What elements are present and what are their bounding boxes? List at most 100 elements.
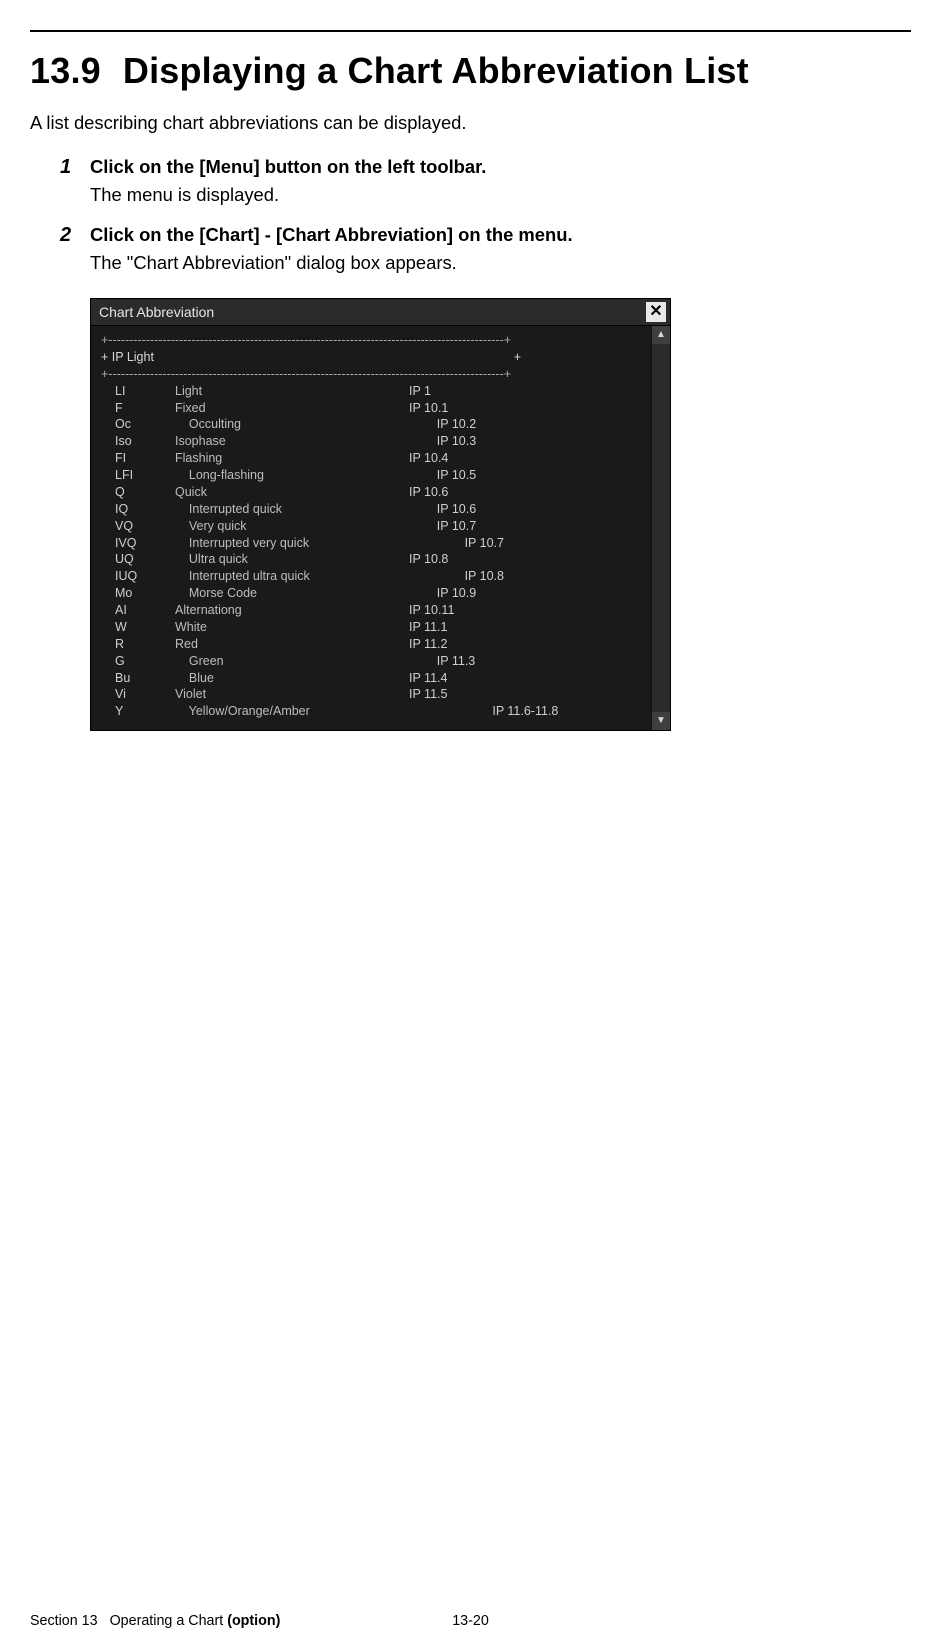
step-number: 2	[60, 224, 71, 247]
code-cell: IP 11.5	[409, 686, 641, 703]
page: 13.9 Displaying a Chart Abbreviation List…	[0, 30, 941, 1651]
heading-text: Displaying a Chart Abbreviation List	[123, 50, 749, 91]
code-cell: IP 11.3	[409, 653, 641, 670]
abbr-cell: Q	[115, 484, 171, 501]
code-cell: IP 10.2	[409, 416, 641, 433]
footer-page-number: 13-20	[452, 1613, 489, 1629]
dialog-titlebar[interactable]: Chart Abbreviation ✕	[91, 299, 670, 326]
abbr-cell: LI	[115, 383, 171, 400]
term-cell: Long-flashing	[175, 467, 405, 484]
code-cell: IP 10.3	[409, 433, 641, 450]
code-cell: IP 10.6	[409, 484, 641, 501]
code-cell: IP 10.9	[409, 585, 641, 602]
code-cell: IP 10.8	[409, 568, 641, 585]
footer-section-title: Operating a Chart (option)	[110, 1613, 281, 1629]
term-cell: Ultra quick	[175, 551, 405, 568]
scrollbar[interactable]: ▲ ▼	[651, 326, 670, 730]
abbr-cell: UQ	[115, 551, 171, 568]
step-body: The menu is displayed.	[90, 184, 911, 206]
section-header-left: + IP Light	[101, 349, 154, 366]
code-cell: IP 11.1	[409, 619, 641, 636]
footer-section-label: Section 13	[30, 1613, 98, 1629]
chevron-down-icon: ▼	[656, 716, 666, 726]
step-1: 1 Click on the [Menu] button on the left…	[60, 156, 911, 206]
term-cell: Red	[175, 636, 405, 653]
term-cell: Interrupted ultra quick	[175, 568, 405, 585]
page-footer: Section 13 Operating a Chart (option) 13…	[30, 1613, 911, 1629]
abbr-cell: Bu	[115, 670, 171, 687]
abbreviation-rows: LILightIP 1 FFixedIP 10.1 Oc Occulting IP …	[101, 383, 641, 721]
term-cell: Quick	[175, 484, 405, 501]
term-cell: Fixed	[175, 400, 405, 417]
abbr-cell: F	[115, 400, 171, 417]
steps-list: 1 Click on the [Menu] button on the left…	[30, 156, 911, 274]
close-button[interactable]: ✕	[646, 302, 666, 322]
dialog-figure: Chart Abbreviation ✕ +------------------…	[90, 298, 671, 731]
code-cell: IP 10.7	[409, 535, 641, 552]
term-cell: Green	[175, 653, 405, 670]
scroll-track[interactable]	[652, 344, 670, 712]
top-rule	[30, 30, 911, 32]
abbr-cell: Mo	[115, 585, 171, 602]
footer-section-title-plain: Operating a Chart	[110, 1613, 228, 1629]
term-cell: Alternationg	[175, 602, 405, 619]
abbr-cell: VQ	[115, 518, 171, 535]
term-cell: White	[175, 619, 405, 636]
term-cell: Blue	[175, 670, 405, 687]
abbr-cell: IVQ	[115, 535, 171, 552]
abbr-cell: Y	[115, 703, 171, 720]
step-2: 2 Click on the [Chart] - [Chart Abbrevia…	[60, 224, 911, 274]
code-cell: IP 10.7	[409, 518, 641, 535]
section-heading: 13.9 Displaying a Chart Abbreviation List	[30, 50, 911, 92]
code-cell: IP 10.5	[409, 467, 641, 484]
step-number: 1	[60, 156, 71, 179]
code-cell: IP 11.4	[409, 670, 641, 687]
abbr-cell: R	[115, 636, 171, 653]
term-cell: Yellow/Orange/Amber	[175, 703, 405, 720]
term-cell: Flashing	[175, 450, 405, 467]
term-cell: Light	[175, 383, 405, 400]
term-cell: Violet	[175, 686, 405, 703]
code-cell: IP 10.1	[409, 400, 641, 417]
intro-text: A list describing chart abbreviations ca…	[30, 112, 911, 134]
scroll-down-button[interactable]: ▼	[652, 712, 670, 730]
code-cell: IP 11.6-11.8	[409, 703, 641, 720]
chevron-up-icon: ▲	[656, 330, 666, 340]
chart-abbreviation-dialog: Chart Abbreviation ✕ +------------------…	[90, 298, 671, 731]
term-cell: Isophase	[175, 433, 405, 450]
code-cell: IP 10.4	[409, 450, 641, 467]
abbr-cell: Oc	[115, 416, 171, 433]
code-cell: IP 11.2	[409, 636, 641, 653]
code-cell: IP 10.6	[409, 501, 641, 518]
step-body: The "Chart Abbreviation" dialog box appe…	[90, 252, 911, 274]
code-cell: IP 10.11	[409, 602, 641, 619]
step-title: Click on the [Chart] - [Chart Abbreviati…	[90, 224, 911, 246]
code-cell: IP 1	[409, 383, 641, 400]
term-cell: Interrupted very quick	[175, 535, 405, 552]
abbr-cell: W	[115, 619, 171, 636]
term-cell: Morse Code	[175, 585, 405, 602]
term-cell: Very quick	[175, 518, 405, 535]
close-icon: ✕	[649, 304, 662, 320]
section-divider-top: +---------------------------------------…	[101, 332, 641, 349]
scroll-up-button[interactable]: ▲	[652, 326, 670, 344]
abbr-cell: IUQ	[115, 568, 171, 585]
code-cell: IP 10.8	[409, 551, 641, 568]
abbr-cell: Vi	[115, 686, 171, 703]
abbr-cell: LFI	[115, 467, 171, 484]
dialog-body: +---------------------------------------…	[91, 326, 670, 730]
term-cell: Occulting	[175, 416, 405, 433]
abbr-cell: G	[115, 653, 171, 670]
abbr-cell: Iso	[115, 433, 171, 450]
dialog-content: +---------------------------------------…	[91, 326, 651, 730]
term-cell: Interrupted quick	[175, 501, 405, 518]
section-divider-bottom: +---------------------------------------…	[101, 366, 641, 383]
section-header: + IP Light +	[101, 349, 641, 366]
section-header-right: +	[514, 349, 641, 366]
abbr-cell: FI	[115, 450, 171, 467]
step-title: Click on the [Menu] button on the left t…	[90, 156, 911, 178]
dialog-title: Chart Abbreviation	[99, 304, 214, 320]
heading-number: 13.9	[30, 50, 101, 91]
footer-section-title-bold: (option)	[227, 1613, 280, 1629]
abbr-cell: AI	[115, 602, 171, 619]
